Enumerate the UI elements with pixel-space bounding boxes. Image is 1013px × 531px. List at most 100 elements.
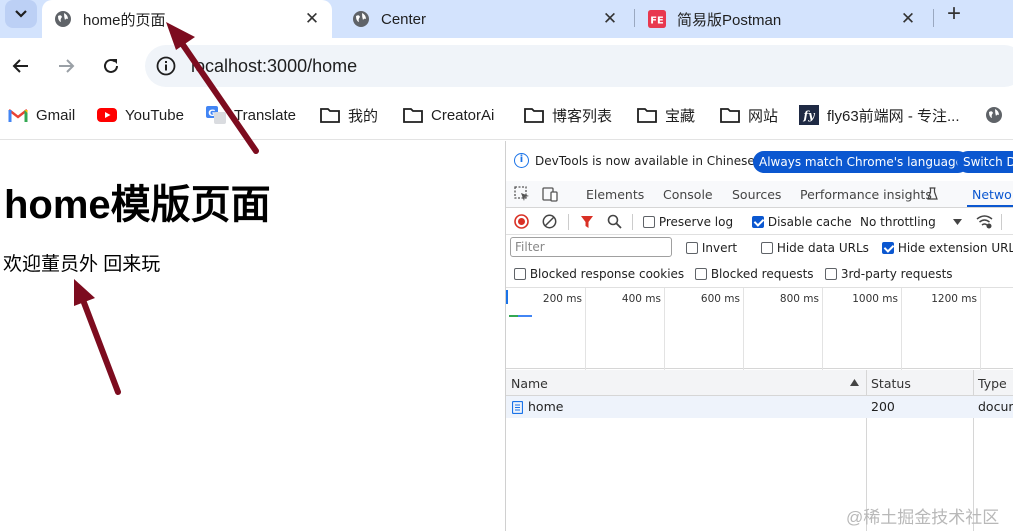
devtools-tab-sources[interactable]: Sources <box>732 187 781 202</box>
third-party-requests-toggle[interactable]: 3rd-party requests <box>825 267 953 281</box>
site-info-icon[interactable] <box>155 55 177 77</box>
request-table-header: Name Status Type <box>506 370 1013 396</box>
invert-label: Invert <box>701 241 738 255</box>
preserve-log-label: Preserve log <box>658 215 734 229</box>
disable-cache-label: Disable cache <box>767 215 852 229</box>
reload-button[interactable] <box>95 50 127 82</box>
column-header-name[interactable]: Name <box>511 376 548 391</box>
timeline-request-bar <box>509 315 518 317</box>
record-stop-icon[interactable] <box>514 214 529 229</box>
inspect-element-icon[interactable] <box>514 186 530 202</box>
timeline-gridline <box>901 288 902 370</box>
devtools-tab-console[interactable]: Console <box>663 187 713 202</box>
folder-icon <box>637 106 657 124</box>
timeline-start-marker <box>506 290 508 304</box>
hide-data-urls-label: Hide data URLs <box>776 241 869 255</box>
network-timeline-overview[interactable]: 200 ms 400 ms 600 ms 800 ms 1000 ms 1200… <box>506 287 1013 370</box>
bookmark-gmail[interactable]: Gmail <box>8 104 75 126</box>
address-url[interactable]: localhost:3000/home <box>191 56 357 77</box>
timeline-tick-label: 200 ms <box>542 293 582 305</box>
timeline-tick-label: 800 ms <box>779 293 819 305</box>
bookmark-folder-sites[interactable]: 网站 <box>720 104 778 126</box>
preserve-log-checkbox[interactable] <box>643 216 655 228</box>
back-button[interactable] <box>5 50 37 82</box>
timeline-gridline <box>822 288 823 370</box>
tab-search-button[interactable] <box>5 0 37 28</box>
new-tab-button[interactable]: + <box>942 2 966 27</box>
document-icon <box>512 401 523 414</box>
address-bar[interactable]: localhost:3000/home <box>145 45 1013 87</box>
bookmark-folder-creatorai[interactable]: CreatorAi <box>403 104 494 126</box>
tab-close-button[interactable]: ✕ <box>600 9 620 29</box>
timeline-gridline <box>980 288 981 370</box>
timeline-request-bar <box>518 315 532 317</box>
tab-postman[interactable]: FE 简易版Postman ✕ <box>636 0 928 38</box>
devtools-tabbar: Elements Console Sources Performance ins… <box>506 181 1013 208</box>
hide-data-urls-checkbox[interactable] <box>761 242 773 254</box>
bookmark-label: 网站 <box>748 107 779 125</box>
disable-cache-checkbox[interactable] <box>752 216 764 228</box>
match-language-button[interactable]: Always match Chrome's language <box>753 151 969 173</box>
infobar-message: DevTools is now available in Chinese! <box>535 154 760 168</box>
hide-data-urls-toggle[interactable]: Hide data URLs <box>761 241 869 255</box>
tab-separator <box>634 9 635 27</box>
timeline-tick-label: 400 ms <box>621 293 661 305</box>
device-toolbar-icon[interactable] <box>542 186 558 202</box>
search-icon[interactable] <box>607 214 622 229</box>
toolbar-divider <box>1001 214 1002 230</box>
clear-icon[interactable] <box>542 214 557 229</box>
request-status: 200 <box>871 399 895 414</box>
devtools-tab-performance-insights[interactable]: Performance insights <box>800 187 932 202</box>
throttling-value: No throttling <box>860 215 936 229</box>
bookmark-label: 博客列表 <box>552 107 613 125</box>
devtools-panel: i DevTools is now available in Chinese! … <box>505 141 1013 531</box>
tab-close-button[interactable]: ✕ <box>898 9 918 29</box>
dropdown-arrow-icon[interactable] <box>953 219 962 225</box>
column-header-status[interactable]: Status <box>871 376 911 391</box>
tab-center[interactable]: Center ✕ <box>340 0 630 38</box>
filter-row: Filter Invert Hide data URLs Hide extens… <box>506 235 1013 261</box>
network-conditions-icon[interactable] <box>976 214 993 229</box>
info-icon: i <box>514 153 529 168</box>
tab-title: 简易版Postman <box>677 11 782 29</box>
bookmark-youtube[interactable]: YouTube <box>97 104 184 126</box>
bookmark-label: Translate <box>234 106 296 124</box>
switch-language-button[interactable]: Switch Do <box>957 151 1013 173</box>
forward-button[interactable] <box>50 50 82 82</box>
folder-icon <box>403 106 423 124</box>
devtools-tab-network[interactable]: Network <box>972 187 1013 202</box>
devtools-tab-elements[interactable]: Elements <box>586 187 644 202</box>
preserve-log-toggle[interactable]: Preserve log <box>643 215 733 229</box>
sort-ascending-icon[interactable] <box>850 379 859 386</box>
column-header-type[interactable]: Type <box>978 376 1007 391</box>
network-toolbar: Preserve log Disable cache No throttling <box>506 209 1013 235</box>
folder-icon <box>320 106 340 124</box>
bookmarks-bar: Gmail YouTube G Translate 我的 CreatorAi 博… <box>0 94 1013 140</box>
tab-home[interactable]: home的页面 ✕ <box>42 0 332 38</box>
table-row[interactable]: home 200 docun <box>506 396 1013 418</box>
hide-extension-urls-checkbox[interactable] <box>882 242 894 254</box>
bookmark-label: CreatorAi <box>431 106 495 124</box>
bookmark-fly63[interactable]: fy fly63前端网 - 专注... <box>799 104 960 126</box>
filter-input[interactable]: Filter <box>510 237 672 257</box>
tab-close-button[interactable]: ✕ <box>302 9 322 29</box>
invert-toggle[interactable]: Invert <box>686 241 737 255</box>
disable-cache-toggle[interactable]: Disable cache <box>752 215 852 229</box>
third-party-requests-checkbox[interactable] <box>825 268 837 280</box>
filter-funnel-icon[interactable] <box>580 215 594 229</box>
blocked-requests-toggle[interactable]: Blocked requests <box>695 267 814 281</box>
throttling-select[interactable]: No throttling <box>860 215 936 229</box>
bookmark-globe[interactable] <box>984 104 1012 126</box>
blocked-response-cookies-toggle[interactable]: Blocked response cookies <box>514 267 684 281</box>
bookmark-folder-mine[interactable]: 我的 <box>320 104 378 126</box>
blocked-response-cookies-checkbox[interactable] <box>514 268 526 280</box>
hide-extension-urls-toggle[interactable]: Hide extension URLs <box>882 241 1013 255</box>
timeline-gridline <box>743 288 744 370</box>
request-type-filter-row: Blocked response cookies Blocked request… <box>506 261 1013 286</box>
invert-checkbox[interactable] <box>686 242 698 254</box>
blocked-requests-checkbox[interactable] <box>695 268 707 280</box>
bookmark-folder-blogs[interactable]: 博客列表 <box>524 104 612 126</box>
devtools-language-infobar: i DevTools is now available in Chinese! … <box>506 149 1013 173</box>
bookmark-translate[interactable]: G Translate <box>206 104 296 126</box>
bookmark-folder-treasure[interactable]: 宝藏 <box>637 104 695 126</box>
